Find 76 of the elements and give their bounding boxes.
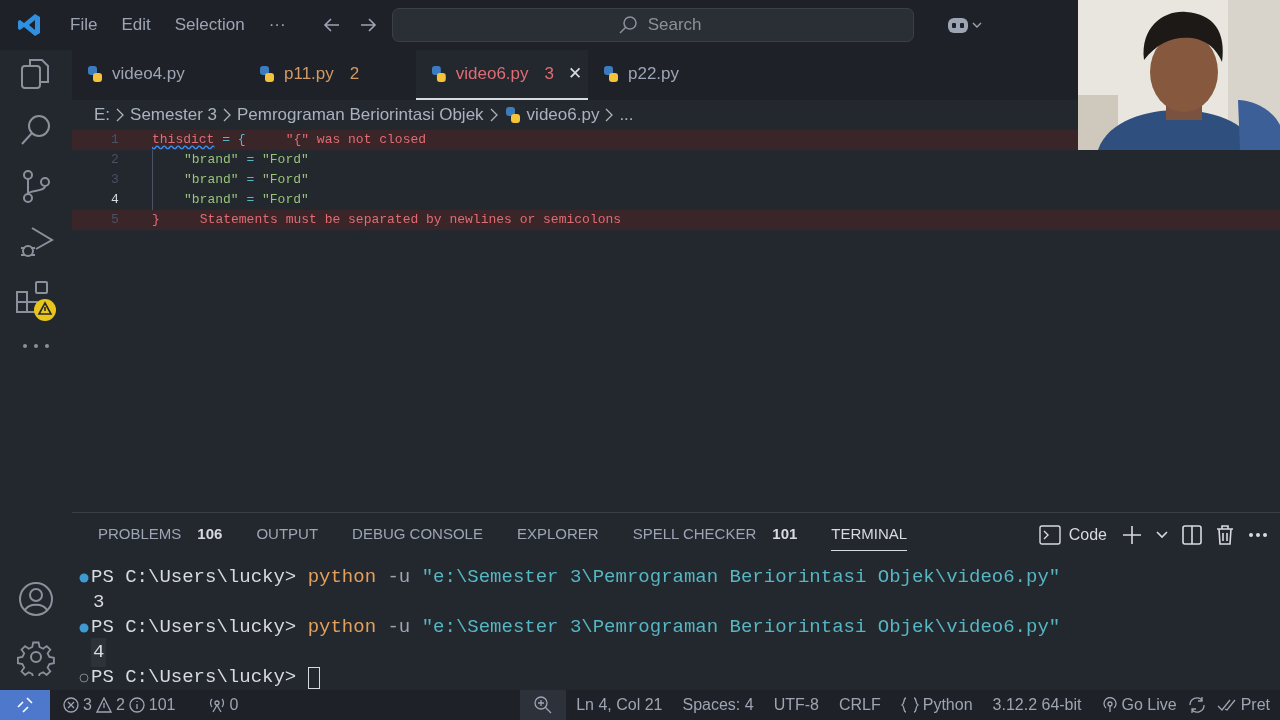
more-icon[interactable]	[21, 342, 51, 350]
terminal-selector[interactable]: Code	[1037, 522, 1108, 548]
status-item[interactable]: Pret	[1206, 693, 1280, 717]
line-number: 1	[110, 131, 120, 150]
terminal-icon	[1038, 524, 1061, 546]
status-item[interactable]: UTF-8	[763, 693, 829, 717]
status-item[interactable]: Go Live	[1091, 693, 1187, 717]
terminal-line: PS C:\Users\lucky>	[91, 665, 297, 691]
problems-status[interactable]: 3 2 101	[54, 693, 185, 717]
panel-tab[interactable]: OUTPUT	[256, 519, 319, 551]
breadcrumb-item[interactable]: ...	[619, 102, 634, 128]
python-icon	[503, 106, 522, 124]
terminal-output: 3	[92, 590, 106, 616]
code-line: }	[152, 211, 160, 230]
remote-button[interactable]	[0, 690, 50, 720]
code-line: "brand" = "Ford"	[152, 150, 309, 170]
editor-tab[interactable]: video6.py 3 ✕	[416, 50, 588, 100]
error-message: "{" was not closed	[285, 131, 427, 150]
code-line: thisdict = {	[152, 131, 246, 150]
account-icon[interactable]	[17, 580, 55, 618]
sync-icon[interactable]	[1186, 696, 1207, 714]
plus-icon[interactable]	[1122, 525, 1142, 545]
panel-tab[interactable]: EXPLORER	[516, 519, 599, 551]
search-icon	[617, 15, 638, 35]
ports-status[interactable]: 0	[198, 693, 248, 717]
double-check-icon	[1216, 698, 1237, 712]
terminal-line: PS C:\Users\lucky> python -u "e:\Semester 3\Pemrograman Beriorintasi Objek\video6.py"	[91, 615, 1061, 641]
logo-icon	[16, 12, 42, 38]
status-item[interactable]: 3.12.2 64-bit	[982, 693, 1092, 717]
python-icon	[258, 65, 276, 83]
python-icon	[430, 65, 448, 83]
panel-tab[interactable]: DEBUG CONSOLE	[352, 519, 483, 551]
menu-item[interactable]: ···	[256, 12, 298, 38]
chevron-icon	[604, 108, 615, 122]
chevron-icon	[115, 108, 126, 122]
breadcrumb-item[interactable]: Semester 3	[130, 102, 217, 128]
info-icon	[128, 697, 145, 713]
panel-tab[interactable]: SPELL CHECKER 101	[632, 519, 798, 551]
search-field[interactable]: Search	[391, 8, 914, 42]
python-icon	[86, 65, 104, 83]
menu-item[interactable]: Selection	[162, 12, 257, 38]
menu-item[interactable]: Edit	[109, 12, 163, 38]
extensions-icon[interactable]	[15, 280, 57, 322]
code-line: "brand" = "Ford"	[152, 170, 309, 190]
antenna-icon	[207, 697, 226, 713]
terminal-output: 4	[91, 638, 107, 667]
status-item[interactable]: Ln 4, Col 21	[566, 693, 673, 717]
line-number: 5	[110, 211, 120, 230]
terminal-line: PS C:\Users\lucky> python -u "e:\Semester 3\Pemrograman Beriorintasi Objek\video6.py"	[91, 565, 1061, 591]
warning-icon	[95, 697, 112, 713]
chevron-down-icon[interactable]	[1156, 531, 1168, 539]
breadcrumb-item[interactable]: video6.py	[526, 102, 600, 128]
braces-icon	[900, 697, 919, 713]
status-item[interactable]: CRLF	[828, 693, 891, 717]
more-icon[interactable]	[1248, 532, 1268, 538]
zoom-button[interactable]	[520, 690, 567, 720]
menu-item[interactable]: File	[58, 12, 110, 38]
chevron-icon	[488, 108, 499, 122]
run-debug-icon[interactable]	[18, 224, 54, 260]
remote-icon	[16, 696, 34, 714]
error-message: Statements must be separated by newlines or semicolons	[199, 211, 622, 230]
broadcast-icon	[1101, 697, 1118, 713]
chevron-icon	[222, 108, 232, 122]
status-item[interactable]: Python	[890, 693, 983, 717]
breadcrumb-item[interactable]: Pemrograman Beriorintasi Objek	[237, 102, 484, 128]
status-item[interactable]: Spaces: 4	[672, 693, 764, 717]
split-icon[interactable]	[1182, 525, 1202, 545]
breadcrumb-item[interactable]: E:	[94, 102, 111, 128]
trash-icon[interactable]	[1216, 525, 1234, 545]
line-number: 4	[110, 191, 120, 210]
zoom-icon	[534, 696, 553, 714]
panel-tab[interactable]: TERMINAL	[831, 519, 908, 551]
error-icon	[63, 697, 79, 713]
close-icon[interactable]: ✕	[568, 61, 582, 87]
python-icon	[602, 65, 620, 83]
panel-tab[interactable]: PROBLEMS 106	[98, 519, 223, 551]
